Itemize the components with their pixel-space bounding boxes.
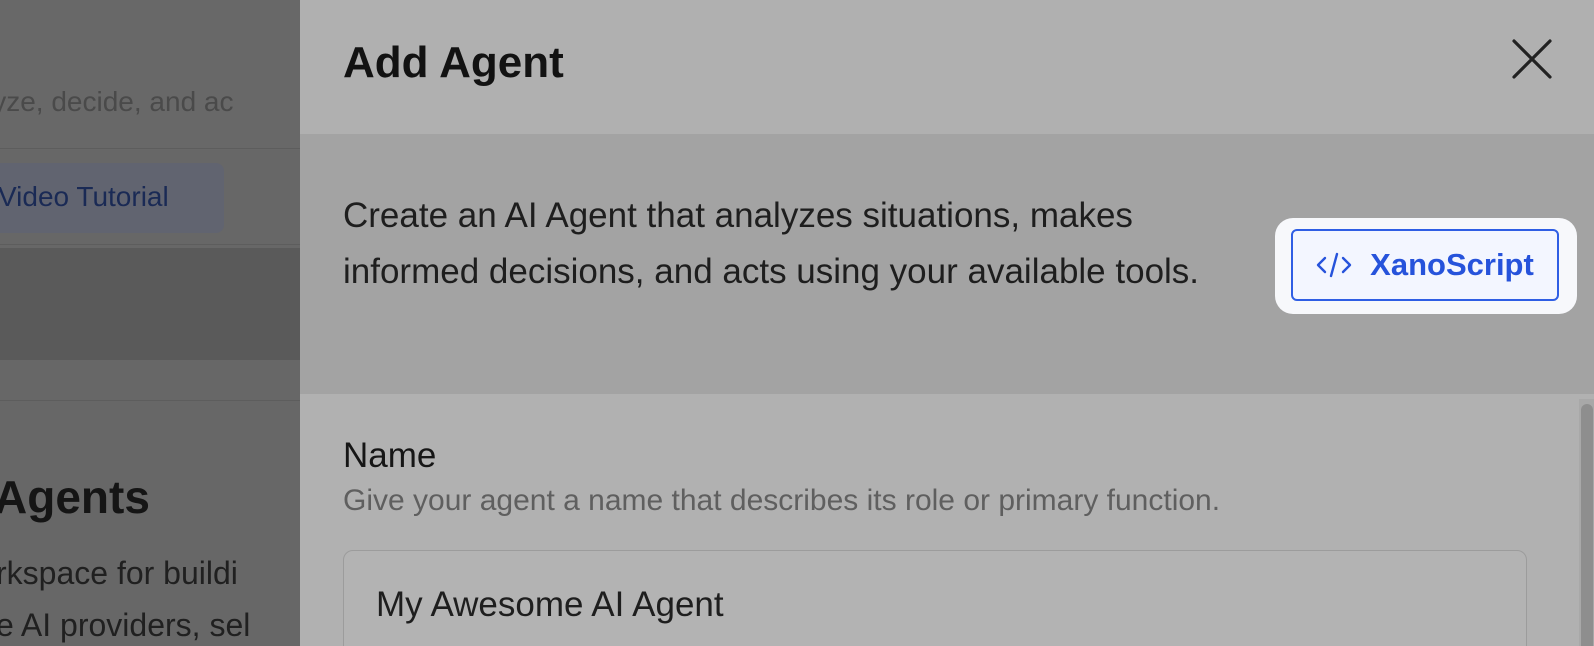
xanoscript-button[interactable]: XanoScript [1291, 229, 1559, 301]
xanoscript-label: XanoScript [1370, 247, 1534, 282]
video-tutorial-button[interactable]: Video Tutorial [0, 163, 224, 233]
background-heading: Agents [0, 471, 150, 523]
add-agent-dialog: Add Agent Create an AI Agent that analyz… [300, 0, 1594, 646]
background-page: lyze, decide, and ac Video Tutorial Agen… [0, 0, 300, 646]
dialog-title: Add Agent [343, 38, 564, 87]
intro-text: Create an AI Agent that analyzes situati… [343, 196, 1200, 291]
dialog-intro: Create an AI Agent that analyzes situati… [300, 134, 1594, 394]
dialog-form: Name Give your agent a name that describ… [300, 394, 1594, 646]
background-divider [0, 148, 300, 149]
background-paragraph-line: e AI providers, sel [0, 607, 251, 643]
background-divider [0, 244, 300, 245]
close-icon[interactable] [1510, 37, 1554, 81]
video-tutorial-label: Video Tutorial [0, 181, 169, 212]
code-icon [1316, 252, 1352, 278]
xanoscript-highlight: XanoScript [1275, 218, 1577, 314]
dialog-header: Add Agent [300, 0, 1594, 135]
background-band [0, 248, 300, 360]
background-header [0, 0, 300, 150]
name-field-help: Give your agent a name that describes it… [343, 484, 1221, 517]
scrollbar-thumb[interactable] [1581, 404, 1593, 646]
name-input[interactable] [343, 550, 1527, 646]
background-divider [0, 400, 300, 401]
background-subtitle: lyze, decide, and ac [0, 86, 234, 117]
background-paragraph-line: rkspace for buildi [0, 555, 238, 591]
name-field-label: Name [343, 436, 437, 475]
